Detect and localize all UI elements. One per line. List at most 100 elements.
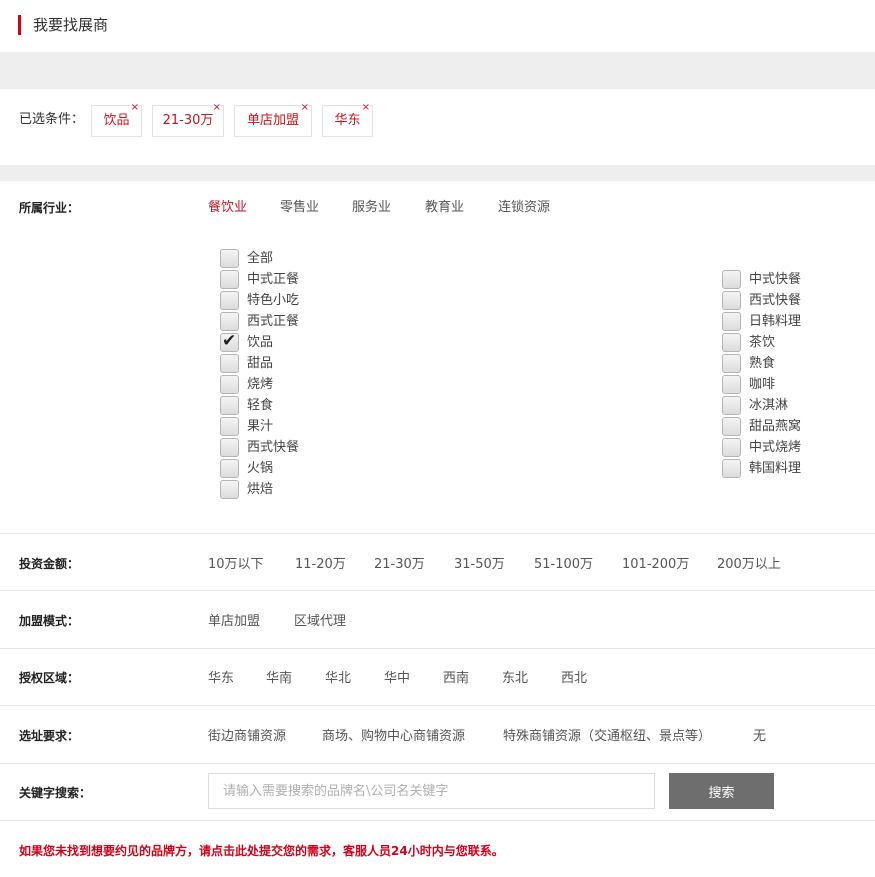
checkbox-label: 中式正餐 (247, 271, 300, 287)
region-option[interactable]: 西北 (561, 671, 587, 687)
checkbox-label: 茶饮 (749, 334, 776, 350)
category-checkbox[interactable]: 轻食 (220, 396, 273, 415)
checkbox[interactable] (722, 459, 741, 478)
checkbox[interactable] (220, 291, 239, 310)
industry-tab-retail[interactable]: 零售业 (280, 200, 319, 216)
checkbox[interactable] (722, 291, 741, 310)
site-option[interactable]: 街边商铺资源 (208, 729, 286, 745)
checkbox-label: 中式烧烤 (749, 439, 802, 455)
checkbox-label: 特色小吃 (247, 292, 300, 308)
category-checkbox[interactable]: 咖啡 (722, 375, 775, 394)
category-checkbox[interactable]: 中式快餐 (722, 270, 801, 289)
investment-option[interactable]: 31-50万 (454, 557, 505, 573)
checkbox-label: 全部 (247, 250, 274, 266)
divider (0, 590, 875, 591)
region-option[interactable]: 华北 (325, 671, 351, 687)
category-checkbox[interactable]: 韩国料理 (722, 459, 801, 478)
investment-option[interactable]: 10万以下 (208, 557, 264, 573)
selected-chip-drinks[interactable]: 饮品 × (91, 102, 142, 137)
checkbox[interactable] (722, 312, 741, 331)
checkbox[interactable] (722, 417, 741, 436)
selected-chip-mode[interactable]: 单店加盟 × (234, 102, 312, 137)
selected-chip-region[interactable]: 华东 × (322, 102, 373, 137)
category-checkbox[interactable]: 冰淇淋 (722, 396, 788, 415)
checkbox[interactable] (722, 333, 741, 352)
site-option[interactable]: 无 (753, 729, 766, 745)
checkbox[interactable] (722, 354, 741, 373)
franchise-mode-label: 加盟模式： (19, 614, 80, 628)
industry-tab-education[interactable]: 教育业 (425, 200, 464, 216)
checkbox[interactable] (220, 438, 239, 457)
category-checkbox[interactable]: 西式正餐 (220, 312, 299, 331)
category-checkbox[interactable]: 甜品 (220, 354, 273, 373)
checkbox[interactable] (220, 459, 239, 478)
category-checkbox[interactable]: 熟食 (722, 354, 775, 373)
category-checkbox[interactable]: 火锅 (220, 459, 273, 478)
investment-option[interactable]: 51-100万 (534, 557, 593, 573)
site-option[interactable]: 商场、购物中心商铺资源 (322, 729, 465, 745)
investment-option[interactable]: 200万以上 (717, 557, 781, 573)
chip-label: 饮品 (103, 113, 130, 128)
checkbox[interactable] (220, 396, 239, 415)
section-separator (0, 52, 875, 89)
search-button[interactable]: 搜索 (669, 773, 774, 809)
page-title: 我要找展商 (33, 16, 109, 34)
checkbox[interactable] (220, 480, 239, 499)
checkbox[interactable]: ✔ (220, 331, 239, 352)
checkbox[interactable] (220, 270, 239, 289)
category-checkbox[interactable]: 中式正餐 (220, 270, 299, 289)
category-checkbox[interactable]: 特色小吃 (220, 291, 299, 310)
divider (0, 533, 875, 534)
remove-icon[interactable]: × (362, 102, 370, 114)
checkbox-label: 西式快餐 (749, 292, 802, 308)
selected-chip-investment[interactable]: 21-30万 × (152, 102, 224, 137)
search-input[interactable] (208, 773, 655, 809)
page-header: 我要找展商 (0, 0, 875, 52)
category-checkbox[interactable]: 茶饮 (722, 333, 775, 352)
region-option[interactable]: 华南 (266, 671, 292, 687)
divider (0, 763, 875, 764)
investment-label: 投资金额： (19, 557, 80, 571)
industry-tab-catering[interactable]: 餐饮业 (208, 200, 247, 216)
category-checkbox[interactable]: 中式烧烤 (722, 438, 801, 457)
site-option[interactable]: 特殊商铺资源（交通枢纽、景点等） (503, 729, 711, 745)
checkbox[interactable] (722, 438, 741, 457)
region-option[interactable]: 华中 (384, 671, 410, 687)
checkbox[interactable] (722, 375, 741, 394)
mode-option[interactable]: 区域代理 (294, 614, 346, 630)
region-option[interactable]: 东北 (502, 671, 528, 687)
industry-tab-service[interactable]: 服务业 (352, 200, 391, 216)
region-option[interactable]: 西南 (443, 671, 469, 687)
remove-icon[interactable]: × (301, 102, 309, 114)
category-checkbox[interactable]: 全部 (220, 249, 273, 268)
checkbox[interactable] (220, 375, 239, 394)
checkbox[interactable] (220, 249, 239, 268)
checkbox[interactable] (220, 312, 239, 331)
category-checkbox[interactable]: 甜品燕窝 (722, 417, 801, 436)
category-checkbox-checked[interactable]: ✔ 饮品 (220, 331, 273, 352)
industry-tab-chain[interactable]: 连锁资源 (498, 200, 550, 216)
checkbox[interactable] (722, 396, 741, 415)
checkbox[interactable] (220, 354, 239, 373)
category-checkbox[interactable]: 烘焙 (220, 480, 273, 499)
investment-option[interactable]: 21-30万 (374, 557, 425, 573)
remove-icon[interactable]: × (213, 102, 221, 114)
region-option[interactable]: 华东 (208, 671, 234, 687)
category-checkbox[interactable]: 日韩料理 (722, 312, 801, 331)
chip-label: 华东 (334, 113, 361, 128)
checkbox[interactable] (722, 270, 741, 289)
mode-option[interactable]: 单店加盟 (208, 614, 260, 630)
investment-option[interactable]: 11-20万 (295, 557, 346, 573)
remove-icon[interactable]: × (131, 102, 139, 114)
submit-request-link[interactable]: 如果您未找到想要约见的品牌方，请点击此处提交您的需求，客服人员24小时内与您联系… (19, 843, 504, 859)
category-checkbox[interactable]: 烧烤 (220, 375, 273, 394)
category-checkbox[interactable]: 西式快餐 (220, 438, 299, 457)
checkbox-label: 冰淇淋 (749, 397, 789, 413)
checkbox[interactable] (220, 417, 239, 436)
investment-option[interactable]: 101-200万 (622, 557, 689, 573)
keyword-search-label: 关键字搜索： (19, 786, 92, 800)
category-checkbox[interactable]: 果汁 (220, 417, 273, 436)
checkbox-label: 甜品燕窝 (749, 418, 802, 434)
chip-label: 21-30万 (162, 113, 214, 128)
category-checkbox[interactable]: 西式快餐 (722, 291, 801, 310)
